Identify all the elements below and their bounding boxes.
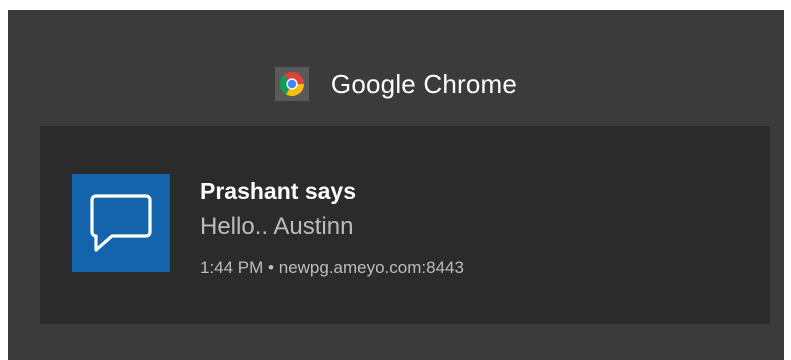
notification-content: Prashant says Hello.. Austinn 1:44 PM • … (200, 176, 740, 280)
notification-body: Hello.. Austinn (200, 213, 354, 240)
notification-attribution: 1:44 PM • newpg.ameyo.com:8443 (200, 256, 740, 280)
notification-title: Prashant says (200, 178, 356, 204)
notification-toast[interactable]: Prashant says Hello.. Austinn 1:44 PM • … (40, 126, 770, 324)
chrome-icon (274, 67, 309, 101)
notification-group-header[interactable]: Google Chrome (8, 10, 784, 124)
notification-source: newpg.ameyo.com:8443 (278, 258, 464, 277)
chat-bubble-icon (72, 174, 170, 272)
notification-time: 1:44 PM (200, 258, 264, 277)
attribution-separator: • (268, 258, 274, 277)
action-center-panel: Google Chrome Prashant says Hello.. Aust… (8, 10, 784, 360)
app-name-label: Google Chrome (330, 68, 518, 99)
